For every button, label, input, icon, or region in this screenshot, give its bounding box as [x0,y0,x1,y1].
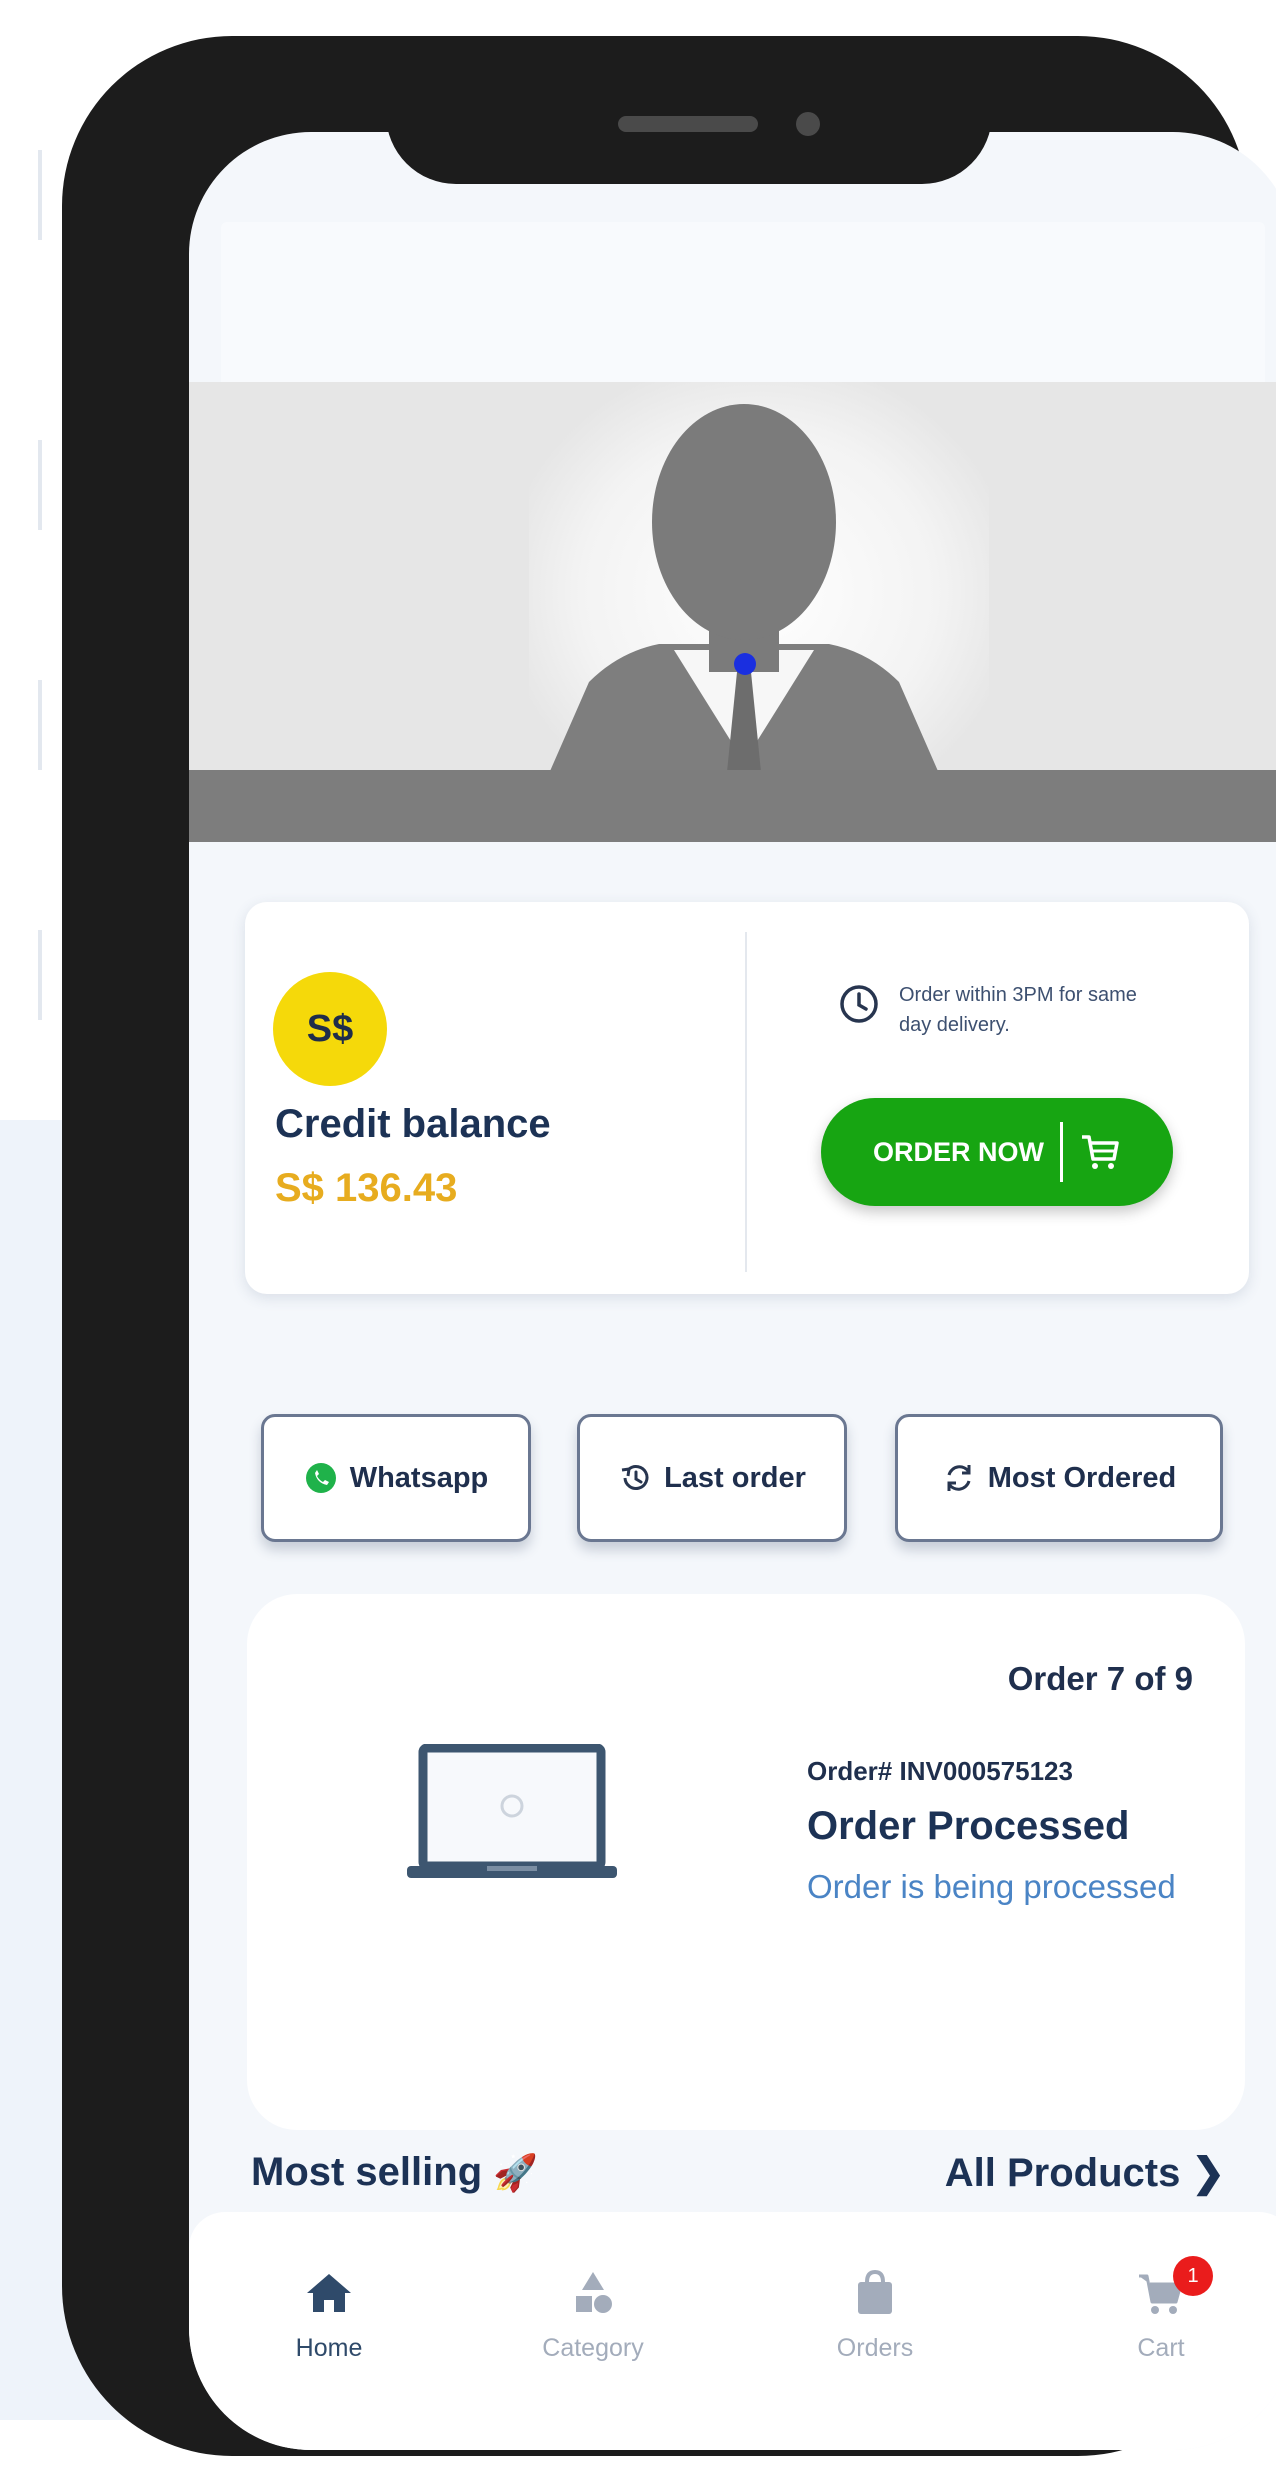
rocket-icon: 🚀 [493,2152,539,2193]
background-mark [38,150,42,240]
order-status-card[interactable]: Order 7 of 9 Order# INV000575123 Order P… [247,1594,1245,2130]
phone-notch [386,96,992,184]
orders-bag-icon [858,2269,892,2314]
nav-orders[interactable]: Orders [775,2268,975,2363]
background-mark [38,930,42,1020]
order-now-label: ORDER NOW [873,1136,1044,1167]
profile-banner [189,382,1276,842]
refresh-icon [947,1465,971,1491]
order-now-button[interactable]: ORDER NOW [821,1098,1173,1206]
delivery-note: Order within 3PM for same day delivery. [899,984,1137,1036]
card-divider [745,932,747,1272]
category-icon [576,2272,612,2313]
last-order-button[interactable]: Last order [577,1414,847,1542]
nav-home[interactable]: Home [229,2268,429,2363]
most-selling-title: Most selling 🚀 [251,2150,538,2195]
credit-card: S$ Credit balance S$ 136.43 Order within… [245,902,1249,1294]
chevron-right-icon: ❯ [1191,2151,1225,2195]
most-ordered-button[interactable]: Most Ordered [895,1414,1223,1542]
cart-icon [1082,1135,1119,1169]
credit-balance-label: Credit balance [275,1102,551,1146]
order-counter: Order 7 of 9 [1007,1660,1193,1697]
nav-orders-label: Orders [836,2334,914,2362]
silhouette-head [652,404,836,640]
all-products-link[interactable]: All Products ❯ [945,2150,1225,2196]
home-icon [307,2274,351,2312]
nav-cart-label: Cart [1137,2334,1185,2362]
order-number: Order# INV000575123 [807,1756,1073,1786]
phone-frame: S$ Credit balance S$ 136.43 Order within… [62,36,1276,2456]
most-selling-label: Most selling [251,2150,483,2194]
app-screen: S$ Credit balance S$ 136.43 Order within… [189,132,1276,2450]
order-status-description: Order is being processed [807,1868,1176,1905]
background-mark [38,440,42,530]
nav-home-label: Home [295,2334,363,2362]
banner-stripe [189,770,1276,842]
phone-camera [796,112,820,136]
cart-count-badge: 1 [1173,2256,1213,2296]
bottom-navigation: Home Category Orders 1 Cart [189,2212,1276,2450]
button-separator [1060,1122,1063,1182]
most-ordered-label: Most Ordered [987,1461,1177,1494]
all-products-label: All Products [944,2151,1181,2195]
credit-balance-amount: S$ 136.43 [275,1166,458,1210]
last-order-label: Last order [664,1461,806,1494]
nav-category-label: Category [542,2334,644,2362]
background-mark [38,680,42,770]
whatsapp-icon [305,1463,336,1493]
whatsapp-label: Whatsapp [349,1461,489,1494]
nav-cart[interactable]: 1 Cart [1061,2256,1261,2363]
nav-category[interactable]: Category [493,2268,693,2363]
clock-icon [840,985,878,1023]
history-icon [621,1465,649,1490]
laptop-icon [407,1744,617,1878]
phone-speaker [618,116,758,132]
currency-badge: S$ [273,972,387,1086]
whatsapp-button[interactable]: Whatsapp [261,1414,531,1542]
location-dot [734,653,756,675]
order-status-title: Order Processed [807,1804,1130,1848]
